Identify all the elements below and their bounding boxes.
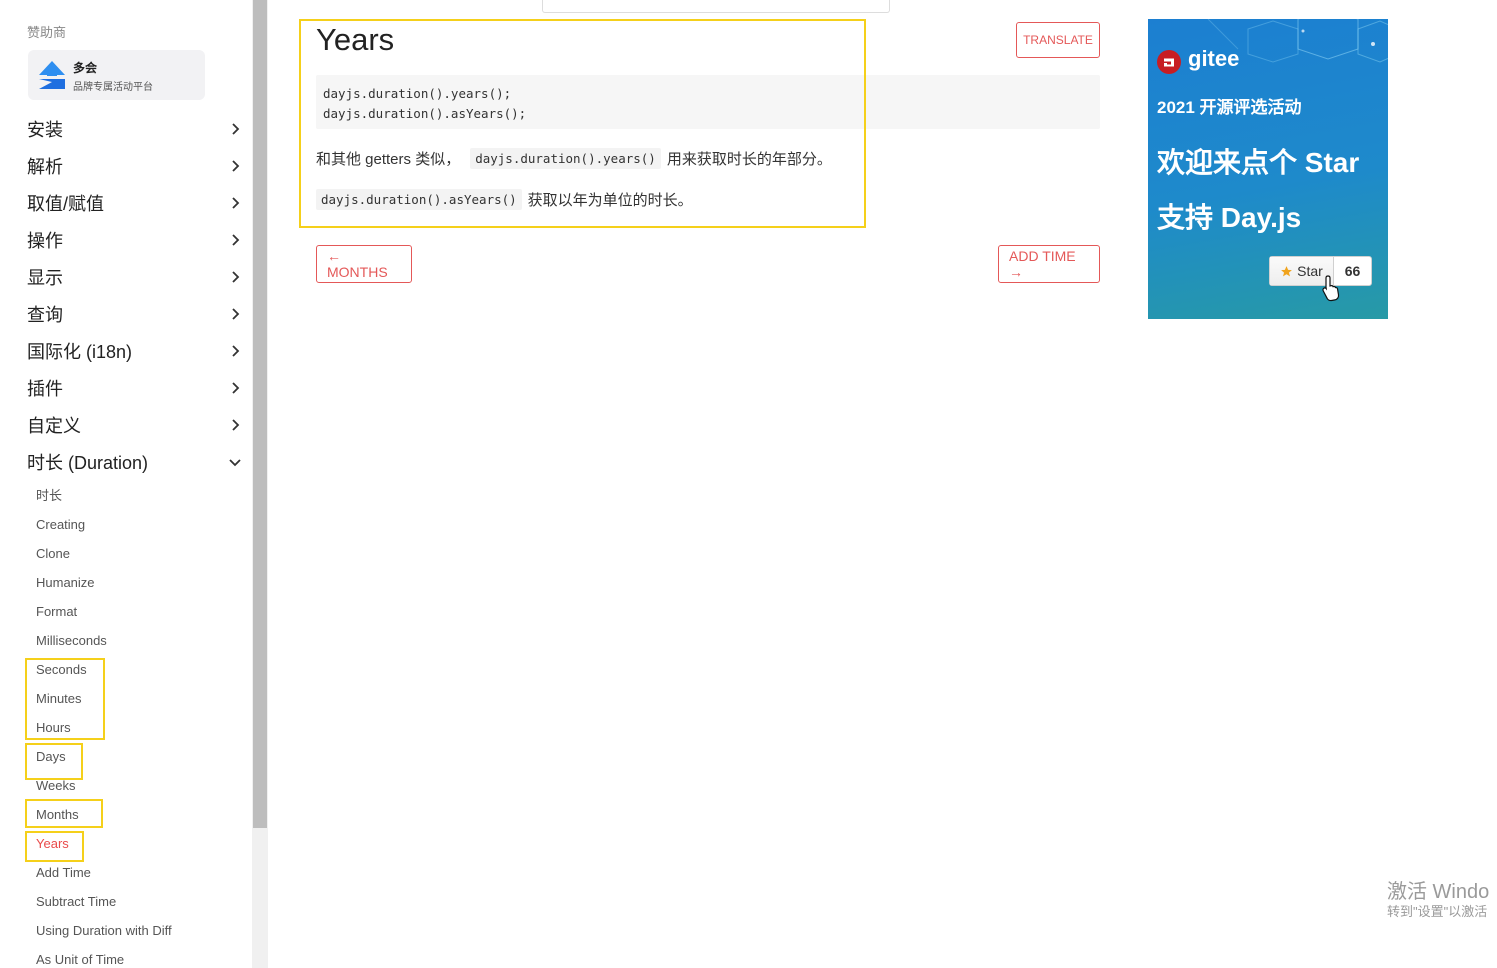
sidebar-item-creating[interactable]: Creating (36, 515, 85, 535)
sidebar-item-seconds[interactable]: Seconds (36, 660, 87, 680)
gitee-logo-icon (1157, 50, 1181, 74)
nav-item-query[interactable]: 查询 (27, 299, 242, 329)
nav-item-i18n[interactable]: 国际化 (i18n) (27, 336, 242, 366)
chevron-right-icon (228, 270, 242, 284)
nav-item-plugins[interactable]: 插件 (27, 373, 242, 403)
windows-activation-watermark: 激活 Windo (1387, 881, 1490, 903)
nav-item-customization[interactable]: 自定义 (27, 410, 242, 440)
sidebar: 赞助商 多会 品牌专属活动平台 安装 解析 取值/赋值 操作 显示 查询 国际化… (0, 0, 252, 968)
inline-code: dayjs.duration().years() (470, 147, 661, 169)
code-line: dayjs.duration().years(); (323, 86, 512, 101)
chevron-right-icon (228, 381, 242, 395)
ad-headline-2: 支持 Day.js (1157, 202, 1302, 233)
paragraph-text: 获取以年为单位的时长。 (527, 191, 693, 209)
chevron-right-icon (228, 122, 242, 136)
sidebar-item-milliseconds[interactable]: Milliseconds (36, 631, 107, 651)
sidebar-item-format[interactable]: Format (36, 602, 77, 622)
page-title: Years (316, 22, 395, 57)
sponsor-tagline: 品牌专属活动平台 (73, 82, 153, 93)
nav-item-label: 插件 (27, 379, 63, 399)
nav-item-label: 显示 (27, 268, 63, 288)
chevron-right-icon (228, 233, 242, 247)
sidebar-item-add-time[interactable]: Add Time (36, 863, 91, 883)
nav-item-label: 查询 (27, 305, 63, 325)
sidebar-item-months[interactable]: Months (36, 805, 79, 825)
paragraph-getters: 和其他 getters 类似， dayjs.duration().years()… (316, 146, 832, 170)
ad-subtitle: 2021 开源评选活动 (1157, 98, 1302, 117)
sidebar-item-as-unit-of-time[interactable]: As Unit of Time (36, 950, 124, 968)
sponsor-name: 多会 (73, 61, 98, 75)
chevron-right-icon (228, 307, 242, 321)
sidebar-item-duration[interactable]: 时长 (36, 486, 62, 506)
sponsor-logo-icon (39, 61, 65, 89)
nav-item-label: 国际化 (i18n) (27, 342, 133, 362)
chevron-right-icon (228, 159, 242, 173)
nav-item-duration[interactable]: 时长 (Duration) (27, 447, 242, 477)
sidebar-item-hours[interactable]: Hours (36, 718, 71, 738)
paragraph-text: 用来获取时长的年部分。 (666, 150, 832, 168)
star-icon (1281, 265, 1293, 276)
star-label: Star (1297, 263, 1323, 279)
sponsor-heading: 赞助商 (27, 25, 67, 40)
sidebar-item-days[interactable]: Days (36, 747, 66, 767)
paragraph-text: 和其他 getters 类似， (316, 150, 461, 168)
sidebar-item-clone[interactable]: Clone (36, 544, 70, 564)
nav-item-display[interactable]: 显示 (27, 262, 242, 292)
windows-activation-hint: 转到"设置"以激活 (1387, 904, 1488, 919)
chevron-right-icon (228, 344, 242, 358)
chevron-right-icon (228, 196, 242, 210)
nav-item-label: 时长 (Duration) (27, 453, 149, 473)
code-line: dayjs.duration().asYears(); (323, 106, 527, 121)
next-add-time-button[interactable]: ADD TIME → (998, 245, 1100, 283)
nav-item-get-set[interactable]: 取值/赋值 (27, 188, 242, 218)
translate-button[interactable]: TRANSLATE (1016, 22, 1100, 58)
gitee-ad-banner[interactable]: gitee 2021 开源评选活动 欢迎来点个 Star 支持 Day.js S… (1148, 19, 1388, 319)
nav-item-manipulate[interactable]: 操作 (27, 225, 242, 255)
ad-headline-1: 欢迎来点个 Star (1157, 147, 1360, 178)
inline-code: dayjs.duration().asYears() (316, 188, 522, 210)
sidebar-item-humanize[interactable]: Humanize (36, 573, 95, 593)
sponsor-card[interactable]: 多会 品牌专属活动平台 (28, 50, 205, 100)
chevron-right-icon (228, 418, 242, 432)
nav-item-label: 解析 (27, 157, 63, 177)
nav-item-install[interactable]: 安装 (27, 114, 242, 144)
prev-months-button[interactable]: ← MONTHS (316, 245, 412, 283)
nav-item-label: 取值/赋值 (27, 194, 105, 214)
sidebar-item-minutes[interactable]: Minutes (36, 689, 82, 709)
sidebar-item-weeks[interactable]: Weeks (36, 776, 76, 796)
sidebar-item-years[interactable]: Years (36, 834, 69, 854)
nav-item-label: 自定义 (27, 416, 81, 436)
sidebar-item-using-duration-with-diff[interactable]: Using Duration with Diff (36, 921, 172, 941)
nav-item-label: 操作 (27, 231, 63, 251)
nav-item-label: 安装 (27, 120, 63, 140)
scrollbar-thumb[interactable] (253, 0, 267, 828)
paragraph-as-years: dayjs.duration().asYears() 获取以年为单位的时长。 (316, 187, 693, 211)
sidebar-item-subtract-time[interactable]: Subtract Time (36, 892, 116, 912)
nav-item-parse[interactable]: 解析 (27, 151, 242, 181)
code-block: dayjs.duration().years(); dayjs.duration… (316, 75, 1100, 129)
chevron-down-icon (228, 455, 242, 469)
ad-brand: gitee (1188, 46, 1240, 71)
hand-cursor-icon (1322, 275, 1340, 302)
search-box[interactable] (542, 0, 890, 13)
